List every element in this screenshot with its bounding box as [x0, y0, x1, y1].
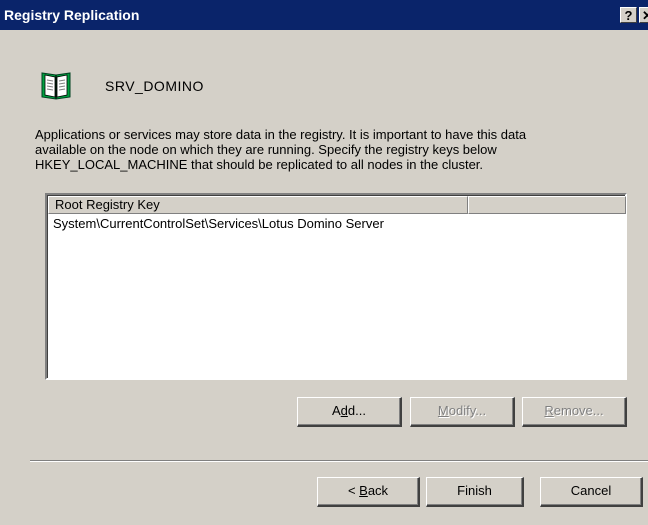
add-button-label-pre: A — [332, 403, 341, 418]
modify-button-accelerator: M — [437, 403, 449, 418]
back-button-label-post: ack — [367, 483, 389, 498]
cancel-button[interactable]: Cancel — [540, 477, 643, 507]
list-body: System\CurrentControlSet\Services\Lotus … — [48, 216, 624, 232]
registry-replication-dialog: Registry Replication ? ✕ SRV_DOMINO Appl… — [0, 0, 648, 525]
modify-button-label-post: odify... — [448, 403, 487, 418]
back-button-label-pre: < — [347, 483, 360, 498]
resource-name: SRV_DOMINO — [105, 78, 204, 94]
remove-button[interactable]: Remove... — [522, 397, 627, 427]
list-item[interactable]: System\CurrentControlSet\Services\Lotus … — [48, 216, 624, 232]
description-text: Applications or services may store data … — [35, 127, 635, 172]
list-header: Root Registry Key — [48, 196, 626, 214]
column-header-root-registry-key[interactable]: Root Registry Key — [48, 196, 468, 214]
registry-key-list[interactable]: Root Registry Key System\CurrentControlS… — [45, 193, 627, 380]
remove-button-accelerator: R — [544, 403, 554, 418]
description-line: Applications or services may store data … — [35, 127, 527, 142]
finish-button[interactable]: Finish — [426, 477, 524, 507]
title-bar[interactable]: Registry Replication ? ✕ — [0, 0, 648, 30]
separator-line — [30, 460, 648, 462]
remove-button-label-post: emove... — [553, 403, 604, 418]
column-header-blank[interactable] — [468, 196, 626, 214]
close-button[interactable]: ✕ — [639, 7, 648, 23]
window-title: Registry Replication — [4, 7, 140, 23]
description-line: available on the node on which they are … — [35, 142, 497, 157]
modify-button[interactable]: Modify... — [410, 397, 515, 427]
add-button-label-post: d... — [347, 403, 366, 418]
add-button[interactable]: Add... — [297, 397, 402, 427]
help-button[interactable]: ? — [620, 7, 637, 23]
add-button-accelerator: d — [340, 403, 348, 418]
back-button[interactable]: < Back — [317, 477, 420, 507]
description-line: HKEY_LOCAL_MACHINE that should be replic… — [35, 157, 484, 172]
book-icon — [41, 72, 71, 100]
back-button-accelerator: B — [359, 483, 368, 498]
